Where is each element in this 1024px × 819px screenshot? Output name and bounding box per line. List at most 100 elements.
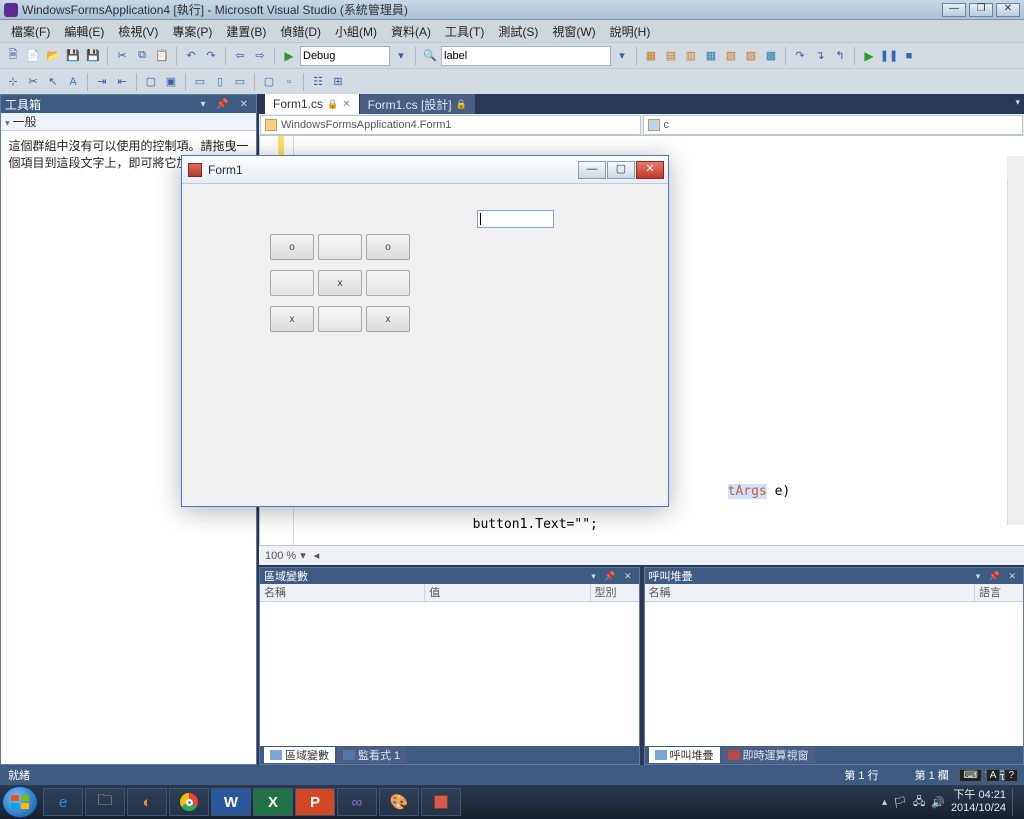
layout-icon[interactable]: ▦ xyxy=(702,47,720,65)
tray-overflow-icon[interactable]: ▴ xyxy=(882,797,887,808)
pause-icon[interactable]: ❚❚ xyxy=(880,47,898,65)
tab-locals[interactable]: 區域變數 xyxy=(264,747,335,763)
btn-icon[interactable]: ☷ xyxy=(309,73,327,91)
btn-icon[interactable]: ▯ xyxy=(211,73,229,91)
layout-icon[interactable]: ▩ xyxy=(762,47,780,65)
btn-icon[interactable]: ▫ xyxy=(280,73,298,91)
menu-view[interactable]: 檢視(V) xyxy=(111,21,165,42)
nav-fwd-icon[interactable]: ⇨ xyxy=(251,47,269,65)
outdent-icon[interactable]: ⇤ xyxy=(113,73,131,91)
indent-icon[interactable]: ⇥ xyxy=(93,73,111,91)
menu-edit[interactable]: 編輯(E) xyxy=(57,21,111,42)
step-out-icon[interactable]: ↰ xyxy=(831,47,849,65)
panel-controls[interactable]: ▾ 📌 ✕ xyxy=(976,571,1019,582)
add-item-icon[interactable]: 📄 xyxy=(24,47,42,65)
menu-help[interactable]: 說明(H) xyxy=(603,21,658,42)
task-media-icon[interactable]: ◐ xyxy=(127,788,167,816)
grid-btn-7[interactable] xyxy=(318,306,362,332)
expand-icon[interactable]: ◂ xyxy=(314,549,320,562)
col-type[interactable]: 型別 xyxy=(591,584,639,601)
class-dropdown[interactable]: WindowsFormsApplication4.Form1 xyxy=(260,115,641,135)
tab-form1-design[interactable]: Form1.cs [設計] 🔒 xyxy=(360,94,475,114)
pointer-icon[interactable]: ↖ xyxy=(44,73,62,91)
cut-icon[interactable]: ✂ xyxy=(113,47,131,65)
menu-team[interactable]: 小組(M) xyxy=(328,21,384,42)
layout-icon[interactable]: ▦ xyxy=(642,47,660,65)
continue-icon[interactable]: ▶ xyxy=(860,47,878,65)
grid-btn-6[interactable]: x xyxy=(270,306,314,332)
start-button[interactable] xyxy=(2,786,38,818)
btn-icon[interactable]: ▭ xyxy=(191,73,209,91)
task-excel-icon[interactable]: X xyxy=(253,788,293,816)
task-vs-icon[interactable]: ∞ xyxy=(337,788,377,816)
copy-icon[interactable]: ⧉ xyxy=(133,47,151,65)
clock[interactable]: 下午 04:21 2014/10/24 xyxy=(951,789,1006,815)
tray-volume-icon[interactable]: 🔊 xyxy=(931,796,945,809)
keyboard-icon[interactable]: A xyxy=(986,769,1001,782)
window-close-button[interactable]: ✕ xyxy=(996,3,1020,17)
btn-icon[interactable]: ▭ xyxy=(231,73,249,91)
layout-icon[interactable]: ▧ xyxy=(722,47,740,65)
locals-body[interactable] xyxy=(260,602,639,746)
cut-icon[interactable]: ✂ xyxy=(24,73,42,91)
layout-icon[interactable]: ▥ xyxy=(682,47,700,65)
menu-tools[interactable]: 工具(T) xyxy=(438,21,491,42)
undo-icon[interactable]: ↶ xyxy=(182,47,200,65)
tray-flag-icon[interactable]: 🏳 xyxy=(893,796,907,809)
tab-form1-cs[interactable]: Form1.cs 🔒 ✕ xyxy=(265,94,359,114)
task-word-icon[interactable]: W xyxy=(211,788,251,816)
keyboard-icon[interactable]: ⌨ xyxy=(959,769,981,782)
col-name[interactable]: 名稱 xyxy=(645,584,976,601)
grid-btn-1[interactable] xyxy=(318,234,362,260)
start-debug-icon[interactable]: ▶ xyxy=(280,47,298,65)
menu-test[interactable]: 測試(S) xyxy=(491,21,545,42)
btn-icon[interactable]: ⊞ xyxy=(329,73,347,91)
tray-network-icon[interactable]: 🖧 xyxy=(913,793,925,812)
task-paint-icon[interactable]: 🎨 xyxy=(379,788,419,816)
split-handle[interactable] xyxy=(1007,156,1024,178)
find-combo[interactable] xyxy=(441,46,611,66)
uncomment-icon[interactable]: ▣ xyxy=(162,73,180,91)
format-icon[interactable]: A xyxy=(64,73,82,91)
layout-icon[interactable]: ▨ xyxy=(742,47,760,65)
dropdown-icon[interactable]: ▾ xyxy=(613,47,631,65)
menu-project[interactable]: 專案(P) xyxy=(165,21,219,42)
task-explorer-icon[interactable]: 🗀 xyxy=(85,788,125,816)
grid-btn-2[interactable]: o xyxy=(366,234,410,260)
tab-close-icon[interactable]: ✕ xyxy=(342,99,350,110)
grid-btn-8[interactable]: x xyxy=(366,306,410,332)
task-app-icon[interactable] xyxy=(421,788,461,816)
col-name[interactable]: 名稱 xyxy=(260,584,425,601)
grid-btn-5[interactable] xyxy=(366,270,410,296)
member-dropdown[interactable]: c xyxy=(643,115,1024,135)
stop-icon[interactable]: ■ xyxy=(900,47,918,65)
menu-debug[interactable]: 偵錯(D) xyxy=(273,21,328,42)
tab-overflow-icon[interactable]: ▾ xyxy=(1015,97,1020,108)
redo-icon[interactable]: ↷ xyxy=(202,47,220,65)
form1-minimize-button[interactable]: — xyxy=(578,161,606,179)
panel-controls[interactable]: ▾ 📌 ✕ xyxy=(201,99,252,110)
nav-back-icon[interactable]: ⇦ xyxy=(231,47,249,65)
show-desktop-button[interactable] xyxy=(1012,788,1020,816)
btn-icon[interactable]: ▢ xyxy=(260,73,278,91)
keyboard-icon[interactable]: ? xyxy=(1004,769,1018,782)
panel-controls[interactable]: ▾ 📌 ✕ xyxy=(591,571,634,582)
task-powerpoint-icon[interactable]: P xyxy=(295,788,335,816)
new-project-icon[interactable]: 🗎 xyxy=(4,47,22,65)
menu-data[interactable]: 資料(A) xyxy=(384,21,438,42)
open-icon[interactable]: 📂 xyxy=(44,47,62,65)
vertical-scrollbar[interactable] xyxy=(1007,178,1024,525)
menu-file[interactable]: 檔案(F) xyxy=(4,21,57,42)
grid-btn-4[interactable]: x xyxy=(318,270,362,296)
form1-textbox[interactable] xyxy=(477,210,554,228)
align-icon[interactable]: ⊹ xyxy=(4,73,22,91)
menu-build[interactable]: 建置(B) xyxy=(219,21,273,42)
layout-icon[interactable]: ▤ xyxy=(662,47,680,65)
step-over-icon[interactable]: ↷ xyxy=(791,47,809,65)
toolbox-group[interactable]: 一般 xyxy=(1,113,256,131)
grid-btn-3[interactable] xyxy=(270,270,314,296)
zoom-value[interactable]: 100 % xyxy=(265,550,296,562)
save-all-icon[interactable]: 💾 xyxy=(84,47,102,65)
window-minimize-button[interactable]: — xyxy=(942,3,966,17)
zoom-dropdown-icon[interactable]: ▾ xyxy=(300,549,306,562)
